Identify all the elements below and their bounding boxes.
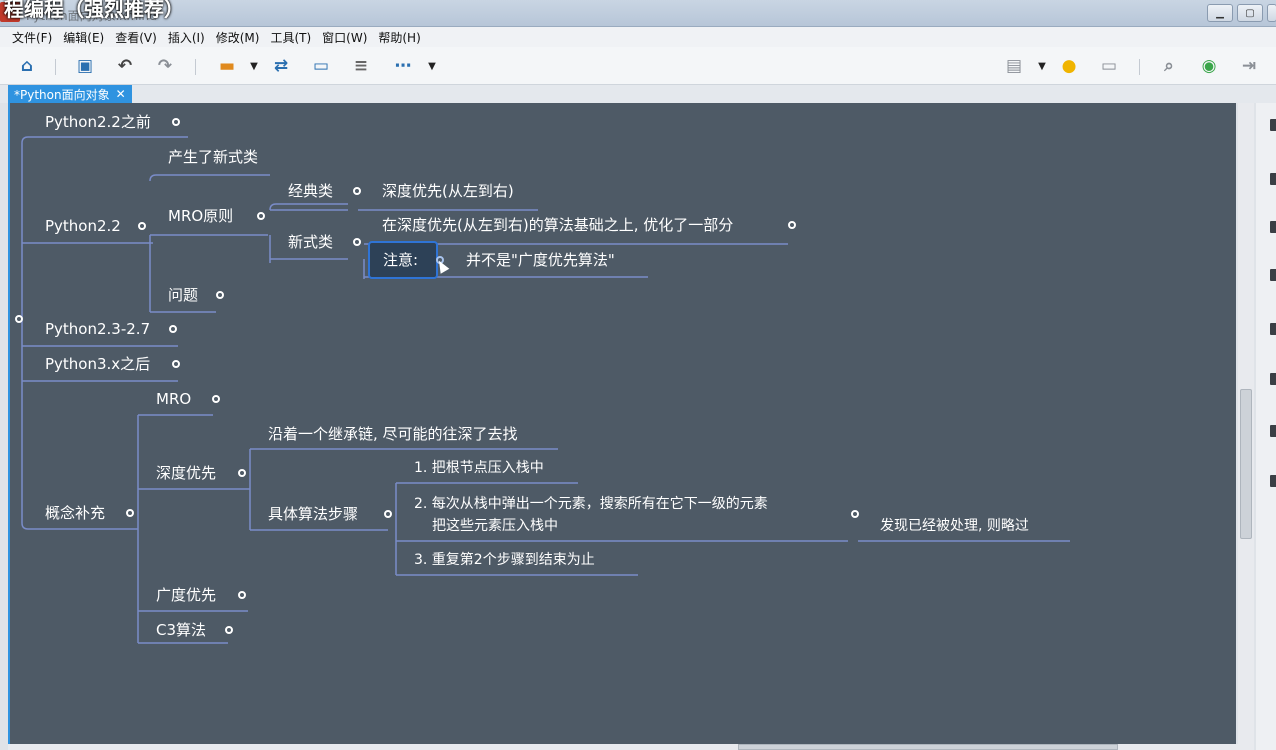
toolbar-separator: [55, 59, 56, 75]
tab-label: *Python面向对象: [14, 87, 110, 102]
more-icon[interactable]: ⋯: [392, 55, 414, 77]
notes-icon[interactable]: ▭: [1098, 55, 1120, 77]
home-icon[interactable]: ⌂: [16, 55, 38, 77]
tab-python-oop[interactable]: *Python面向对象 ✕: [8, 85, 132, 103]
canvas-frame: [8, 103, 1254, 744]
tab-bar: *Python面向对象 ✕: [0, 85, 1276, 103]
lightbulb-icon[interactable]: ●: [1058, 55, 1080, 77]
share-icon[interactable]: ◉: [1198, 55, 1220, 77]
vertical-scroll-thumb[interactable]: [1240, 389, 1252, 539]
menu-modify[interactable]: 修改(M): [216, 29, 260, 46]
maximize-button[interactable]: ▢: [1237, 4, 1263, 22]
horizontal-scroll-thumb[interactable]: [738, 744, 1118, 750]
summary-icon[interactable]: ≡: [350, 55, 372, 77]
undo-icon[interactable]: ↶: [114, 55, 136, 77]
task-panel-icon[interactable]: [1270, 475, 1276, 487]
menu-view[interactable]: 查看(V): [115, 29, 157, 46]
right-side-panel: [1256, 103, 1276, 750]
relationship-icon[interactable]: ⇄: [270, 55, 292, 77]
menu-file[interactable]: 文件(F): [12, 29, 52, 46]
notes-panel-icon[interactable]: [1270, 269, 1276, 281]
save-icon[interactable]: ▣: [74, 55, 96, 77]
title-bar: Python面向对象.xmind 程编程（强烈推荐） ▁ ▢: [0, 0, 1276, 27]
icons-panel-icon[interactable]: [1270, 221, 1276, 233]
menu-bar: 文件(F) 编辑(E) 查看(V) 插入(I) 修改(M) 工具(T) 窗口(W…: [0, 27, 1276, 47]
vertical-scrollbar[interactable]: [1238, 103, 1254, 744]
overview-panel-icon[interactable]: [1270, 373, 1276, 385]
menu-window[interactable]: 窗口(W): [322, 29, 367, 46]
toolbar-separator: [195, 59, 196, 75]
menu-insert[interactable]: 插入(I): [168, 29, 205, 46]
more-dropdown-icon[interactable]: ▼: [426, 55, 438, 77]
export-icon[interactable]: ⇥: [1238, 55, 1260, 77]
redo-icon[interactable]: ↷: [154, 55, 176, 77]
boundary-icon[interactable]: ▭: [310, 55, 332, 77]
minimize-button[interactable]: ▁: [1207, 4, 1233, 22]
comments-panel-icon[interactable]: [1270, 425, 1276, 437]
menu-help[interactable]: 帮助(H): [378, 29, 420, 46]
format-icon[interactable]: [1270, 173, 1276, 185]
search-icon[interactable]: ⌕: [1158, 55, 1180, 77]
toolbar: ⌂ ▣ ↶ ↷ ▬ ▼ ⇄ ▭ ≡ ⋯ ▼ ▤ ▼ ● ▭ ⌕ ◉ ⇥: [0, 47, 1276, 85]
markers-panel-icon[interactable]: [1270, 323, 1276, 335]
presentation-dropdown-icon[interactable]: ▼: [1036, 55, 1048, 77]
menu-tools[interactable]: 工具(T): [270, 29, 311, 46]
video-overlay-title: 程编程（强烈推荐）: [4, 0, 184, 21]
horizontal-scrollbar[interactable]: [8, 744, 1254, 750]
menu-edit[interactable]: 编辑(E): [63, 29, 104, 46]
toolbar-separator: [1139, 59, 1140, 75]
close-window-button[interactable]: [1267, 4, 1276, 22]
tab-close-icon[interactable]: ✕: [116, 87, 126, 101]
topic-icon[interactable]: ▬: [216, 55, 238, 77]
topic-dropdown-icon[interactable]: ▼: [248, 55, 260, 77]
outline-icon[interactable]: [1270, 119, 1276, 131]
presentation-icon[interactable]: ▤: [1003, 55, 1025, 77]
